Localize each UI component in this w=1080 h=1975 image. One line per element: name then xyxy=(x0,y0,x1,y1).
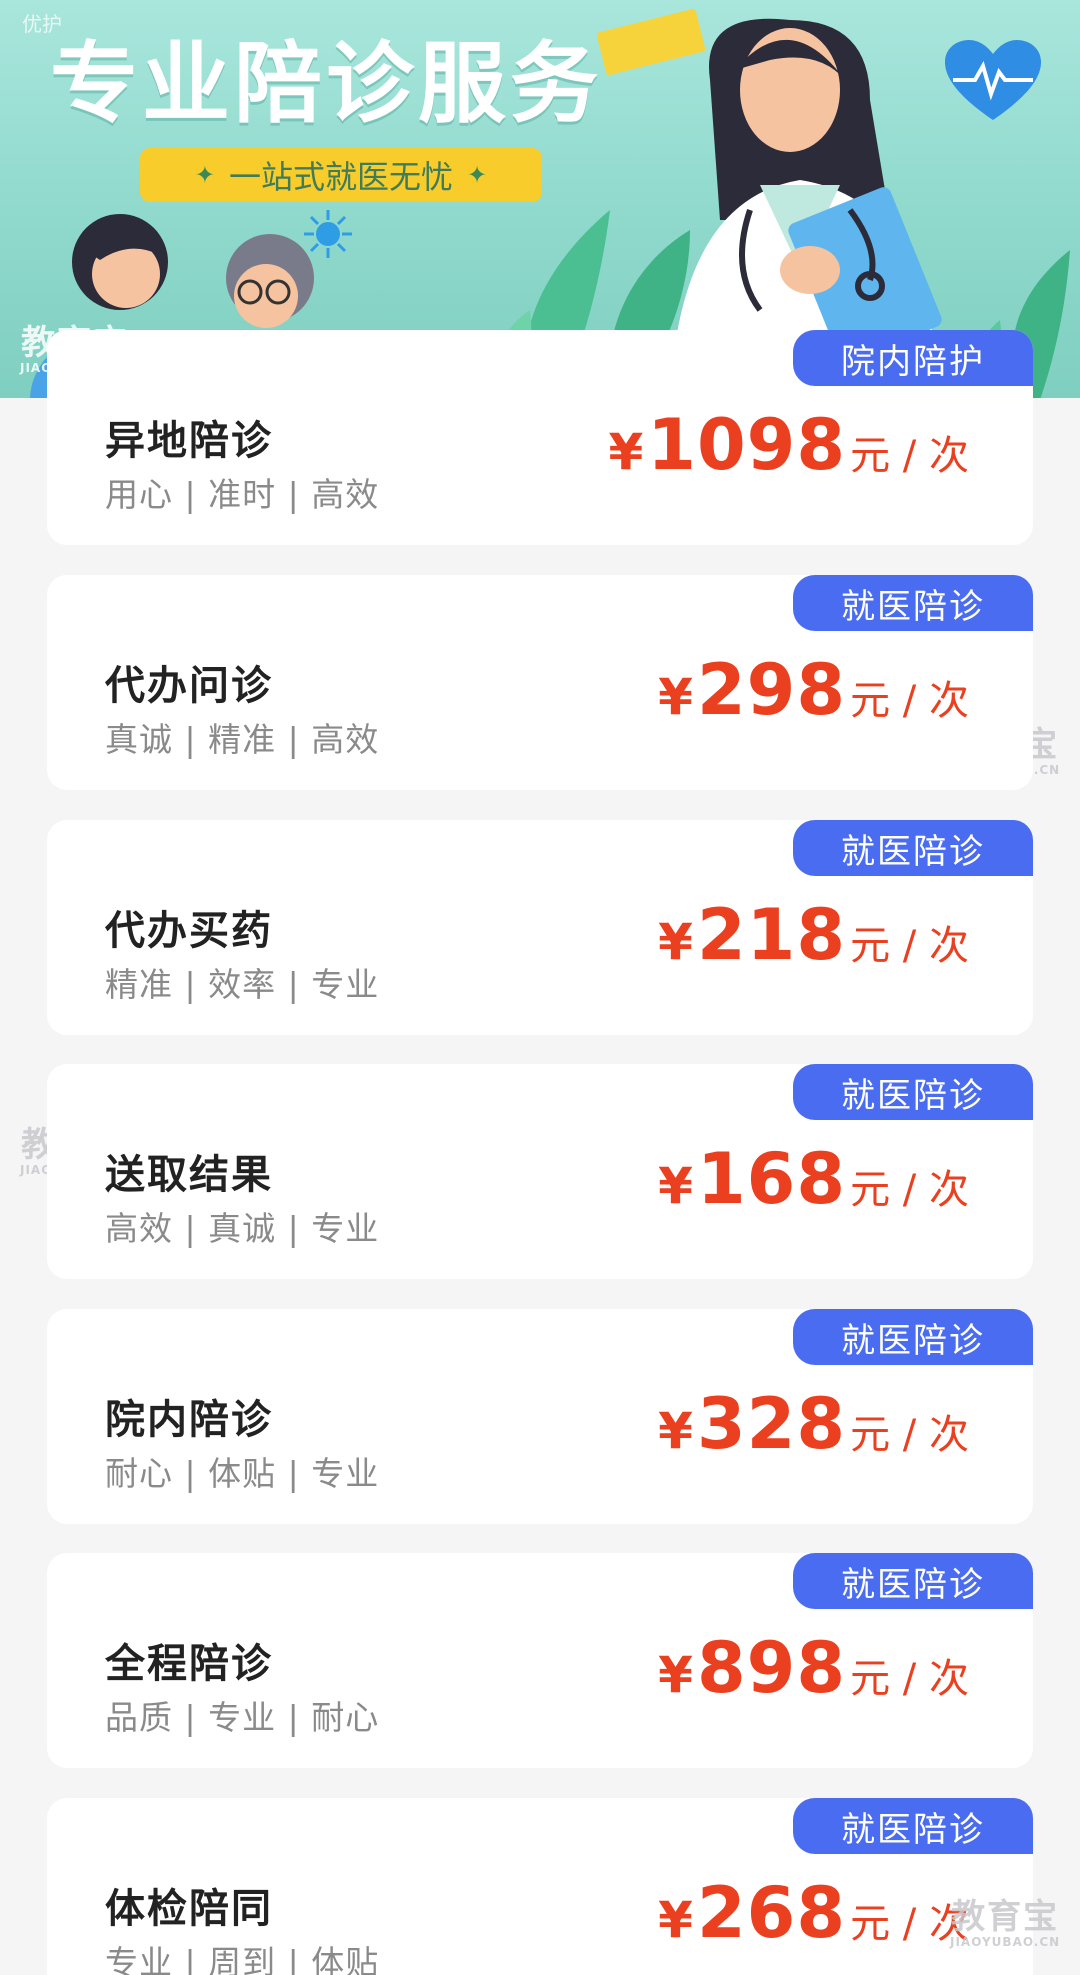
price-amount: 298 xyxy=(696,649,847,731)
service-badge: 就医陪诊 xyxy=(793,1798,1033,1854)
currency-symbol: ¥ xyxy=(658,668,693,726)
currency-symbol: ¥ xyxy=(658,1157,693,1215)
price-amount: 168 xyxy=(696,1138,847,1220)
service-tags: 品质 | 专业 | 耐心 xyxy=(105,1698,380,1737)
price-amount: 218 xyxy=(696,894,847,976)
service-price: ¥ 168 元 / 次 xyxy=(658,1138,969,1220)
banner-slogan: ✦ 一站式就医无忧 ✦ xyxy=(140,148,542,202)
price-amount: 268 xyxy=(696,1872,847,1954)
service-card-proxy-medicine[interactable]: 就医陪诊 代办买药 精准 | 效率 | 专业 ¥ 218 元 / 次 xyxy=(47,820,1033,1035)
service-tags: 真诚 | 精准 | 高效 xyxy=(105,720,380,759)
currency-symbol: ¥ xyxy=(658,1402,693,1460)
heart-pulse-icon xyxy=(945,40,1041,120)
service-name: 院内陪诊 xyxy=(105,1397,273,1443)
price-unit: 元 / 次 xyxy=(850,1656,969,1702)
sparkle-icon: ✦ xyxy=(467,161,488,189)
service-card-result-delivery[interactable]: 就医陪诊 送取结果 高效 | 真诚 | 专业 ¥ 168 元 / 次 xyxy=(47,1064,1033,1279)
service-name: 全程陪诊 xyxy=(105,1641,273,1687)
service-price: ¥ 268 元 / 次 xyxy=(658,1872,969,1954)
service-name: 送取结果 xyxy=(105,1152,273,1198)
service-card-in-hospital-escort[interactable]: 就医陪诊 院内陪诊 耐心 | 体贴 | 专业 ¥ 328 元 / 次 xyxy=(47,1309,1033,1524)
service-card-full-escort[interactable]: 就医陪诊 全程陪诊 品质 | 专业 | 耐心 ¥ 898 元 / 次 xyxy=(47,1553,1033,1768)
sparkle-icon: ✦ xyxy=(194,161,215,189)
price-unit: 元 / 次 xyxy=(850,1167,969,1213)
price-amount: 898 xyxy=(696,1627,847,1709)
price-amount: 328 xyxy=(696,1383,847,1465)
banner-title: 专业陪诊服务 xyxy=(50,32,603,135)
price-amount: 1098 xyxy=(647,404,847,486)
service-tags: 专业 | 周到 | 体贴 xyxy=(105,1943,380,1975)
service-tags: 高效 | 真诚 | 专业 xyxy=(105,1209,380,1248)
service-badge: 就医陪诊 xyxy=(793,820,1033,876)
service-tags: 精准 | 效率 | 专业 xyxy=(105,965,380,1004)
service-badge: 就医陪诊 xyxy=(793,575,1033,631)
currency-symbol: ¥ xyxy=(658,913,693,971)
service-name: 代办问诊 xyxy=(105,663,273,709)
service-tags: 用心 | 准时 | 高效 xyxy=(105,475,380,514)
service-name: 代办买药 xyxy=(105,908,273,954)
service-badge: 就医陪诊 xyxy=(793,1553,1033,1609)
service-price: ¥ 1098 元 / 次 xyxy=(608,404,969,486)
price-unit: 元 / 次 xyxy=(850,1412,969,1458)
service-name: 异地陪诊 xyxy=(105,418,273,464)
service-card-remote-escort[interactable]: 院内陪护 异地陪诊 用心 | 准时 | 高效 ¥ 1098 元 / 次 xyxy=(47,330,1033,545)
service-card-proxy-consultation[interactable]: 就医陪诊 代办问诊 真诚 | 精准 | 高效 ¥ 298 元 / 次 xyxy=(47,575,1033,790)
service-tags: 耐心 | 体贴 | 专业 xyxy=(105,1454,380,1493)
price-unit: 元 / 次 xyxy=(850,433,969,479)
currency-symbol: ¥ xyxy=(658,1891,693,1949)
service-price: ¥ 298 元 / 次 xyxy=(658,649,969,731)
service-price: ¥ 218 元 / 次 xyxy=(658,894,969,976)
service-badge: 院内陪护 xyxy=(793,330,1033,386)
service-badge: 就医陪诊 xyxy=(793,1064,1033,1120)
service-card-checkup-escort[interactable]: 就医陪诊 体检陪同 专业 | 周到 | 体贴 ¥ 268 元 / 次 xyxy=(47,1798,1033,1975)
service-price: ¥ 328 元 / 次 xyxy=(658,1383,969,1465)
watermark: 教育宝 JIAOYUBAO.CN xyxy=(950,1897,1061,1949)
service-name: 体检陪同 xyxy=(105,1886,273,1932)
price-unit: 元 / 次 xyxy=(850,678,969,724)
service-badge: 就医陪诊 xyxy=(793,1309,1033,1365)
virus-icon xyxy=(304,210,352,258)
currency-symbol: ¥ xyxy=(658,1646,693,1704)
banner-slogan-text: 一站式就医无忧 xyxy=(228,158,453,196)
service-price: ¥ 898 元 / 次 xyxy=(658,1627,969,1709)
price-unit: 元 / 次 xyxy=(850,923,969,969)
currency-symbol: ¥ xyxy=(608,423,644,481)
